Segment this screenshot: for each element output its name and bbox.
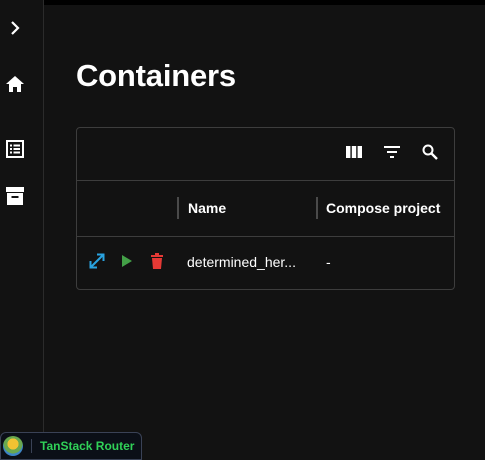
delete-button[interactable] [147, 252, 167, 274]
search-button[interactable] [416, 140, 444, 168]
expand-button[interactable] [87, 253, 107, 273]
column-header-compose-project[interactable]: Compose project [326, 200, 440, 216]
container-name-cell[interactable]: determined_her... [187, 254, 312, 270]
columns-icon [346, 145, 362, 163]
filter-button[interactable] [378, 140, 406, 168]
sidebar [0, 0, 44, 460]
column-divider[interactable] [177, 197, 179, 219]
table-toolbar [77, 128, 454, 181]
expand-icon [89, 253, 105, 274]
play-icon [122, 254, 132, 272]
top-strip [44, 0, 485, 5]
sidebar-item-list[interactable] [0, 134, 30, 164]
table-row: determined_her... - [77, 237, 454, 289]
list-icon [6, 140, 24, 158]
sidebar-expand-button[interactable] [0, 13, 30, 43]
home-icon [6, 76, 24, 92]
containers-table: Name Compose project determined_her... - [76, 127, 455, 290]
start-button[interactable] [117, 253, 137, 273]
search-icon [422, 144, 438, 165]
tanstack-logo-icon [3, 436, 23, 456]
filter-icon [384, 145, 400, 163]
columns-button[interactable] [340, 140, 368, 168]
sidebar-item-archive[interactable] [0, 181, 30, 211]
archive-icon [6, 187, 24, 205]
column-header-name[interactable]: Name [188, 200, 226, 216]
delete-icon [151, 252, 163, 274]
chevron-right-icon [9, 21, 21, 35]
sidebar-item-home[interactable] [0, 69, 30, 99]
column-divider[interactable] [454, 197, 455, 219]
page-title: Containers [76, 58, 236, 93]
tanstack-router-label: TanStack Router [40, 439, 135, 453]
divider [31, 439, 32, 453]
column-divider[interactable] [316, 197, 318, 219]
table-header-row: Name Compose project [77, 181, 454, 237]
tanstack-router-devtools-button[interactable]: TanStack Router [0, 432, 142, 460]
compose-project-cell: - [326, 254, 331, 270]
